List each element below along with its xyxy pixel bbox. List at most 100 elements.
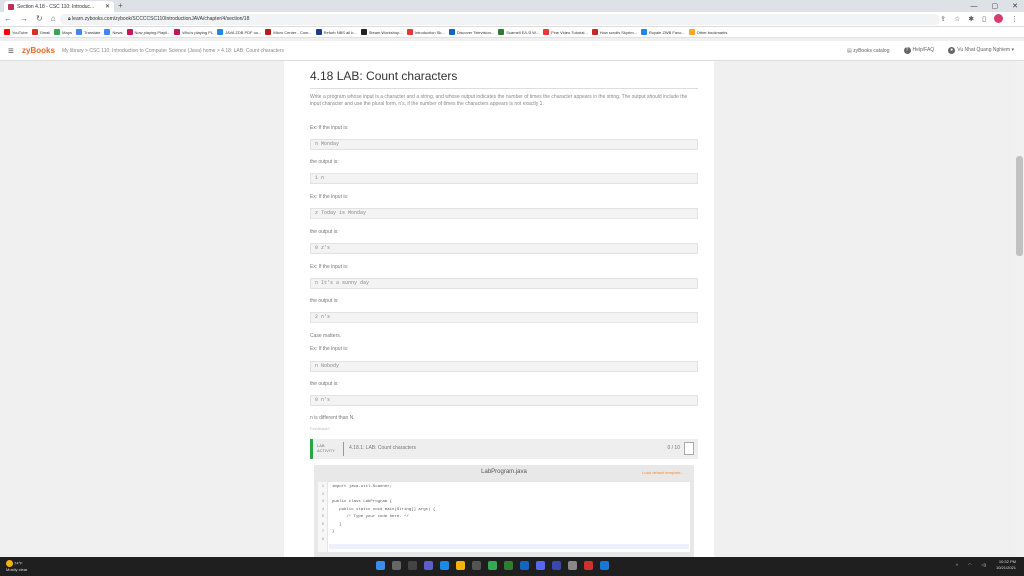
bookmark-item[interactable]: News bbox=[104, 27, 123, 37]
profile-avatar[interactable] bbox=[994, 14, 1003, 23]
file-explorer-icon[interactable] bbox=[456, 561, 465, 570]
bookmark-favicon-icon bbox=[174, 29, 181, 35]
reload-icon[interactable]: ↻ bbox=[36, 14, 43, 23]
bookmark-item[interactable]: Introduction Sk... bbox=[406, 27, 445, 37]
bookmark-item[interactable]: YouTube bbox=[4, 27, 28, 37]
url-text: learn.zybooks.com/zybook/SCCCCSC110Intro… bbox=[72, 16, 250, 22]
zybooks-logo[interactable]: zyBooks bbox=[22, 46, 55, 55]
search-icon[interactable] bbox=[392, 561, 401, 570]
close-tab-icon[interactable]: ✕ bbox=[105, 3, 110, 10]
bookmark-favicon-icon bbox=[265, 29, 272, 35]
share-icon[interactable]: ⇪ bbox=[940, 15, 946, 23]
url-input[interactable]: 🔒︎ learn.zybooks.com/zybook/SCCCCSC110In… bbox=[60, 14, 940, 25]
code-line[interactable]: } bbox=[332, 523, 341, 527]
address-bar-row: ← → ↻ ⌂ 🔒︎ learn.zybooks.com/zybook/SCCC… bbox=[0, 12, 1024, 27]
example-input-label: Ex: If the input is: bbox=[310, 194, 349, 200]
example-input-label: Ex: If the input is: bbox=[310, 264, 349, 270]
zybooks-header: ≡ zyBooks My library > CSC 110: Introduc… bbox=[0, 41, 1024, 61]
bookmark-item[interactable]: Steam Workshop... bbox=[360, 27, 403, 37]
example-input-label: Ex: If the input is: bbox=[310, 125, 349, 131]
code-line[interactable]: public static void main(String[] args) { bbox=[332, 508, 435, 512]
load-template-link[interactable]: Load default template... bbox=[642, 470, 684, 475]
app-icon[interactable] bbox=[552, 561, 561, 570]
breadcrumb[interactable]: My library > CSC 110: Introduction to Co… bbox=[62, 48, 284, 54]
chat-icon[interactable] bbox=[424, 561, 433, 570]
example-input: n It's a sunny day bbox=[310, 278, 698, 289]
sidebar-icon[interactable]: ▯ bbox=[982, 15, 986, 23]
weather-desc: Mostly clear bbox=[6, 567, 28, 572]
user-menu[interactable]: ● Vu Nhat Quang Nghiem ▾ bbox=[948, 47, 1014, 54]
discord-icon[interactable] bbox=[536, 561, 545, 570]
app-icon[interactable] bbox=[568, 561, 577, 570]
bookmark-item[interactable]: Other bookmarks bbox=[688, 27, 727, 37]
extensions-icon[interactable]: ✱ bbox=[968, 15, 974, 23]
example-output-label: the output is: bbox=[310, 159, 339, 165]
store-icon[interactable] bbox=[472, 561, 481, 570]
bookmark-item[interactable]: Translate bbox=[75, 27, 100, 37]
steam-icon[interactable] bbox=[520, 561, 529, 570]
bookmark-item[interactable]: How scrolls Skyrim... bbox=[591, 27, 637, 37]
bookmark-favicon-icon bbox=[75, 29, 82, 35]
edge-icon[interactable] bbox=[440, 561, 449, 570]
bookmark-item[interactable]: Maps bbox=[54, 27, 72, 37]
code-line[interactable]: /* Type your code here. */ bbox=[332, 515, 408, 519]
bookmark-favicon-icon bbox=[315, 29, 322, 35]
bookmark-item[interactable]: Fine Video Tutorial... bbox=[543, 27, 588, 37]
bookmark-item[interactable]: Refurb NBS all b... bbox=[315, 27, 357, 37]
divider bbox=[310, 88, 698, 89]
chrome-icon[interactable] bbox=[488, 561, 497, 570]
wifi-icon[interactable]: ◠ bbox=[968, 562, 972, 568]
bookmark-item[interactable]: Who's playing PL bbox=[174, 27, 213, 37]
volume-icon[interactable]: ◁) bbox=[982, 562, 986, 568]
bookmark-favicon-icon bbox=[217, 29, 224, 35]
shield-icon[interactable] bbox=[600, 561, 609, 570]
app-icon[interactable] bbox=[504, 561, 513, 570]
tray-chevron-icon[interactable]: ˄ bbox=[956, 562, 958, 568]
code-line[interactable]: import java.util.Scanner; bbox=[332, 485, 392, 489]
clock[interactable]: 10:32 PM 10/21/2021 bbox=[996, 559, 1016, 571]
star-icon[interactable]: ☆ bbox=[954, 15, 960, 23]
help-link[interactable]: ? Help/FAQ bbox=[903, 47, 934, 54]
line-number: 6 bbox=[321, 522, 325, 527]
app-icon[interactable] bbox=[584, 561, 593, 570]
catalog-link[interactable]: ▤ zyBooks catalog bbox=[847, 48, 890, 54]
home-icon[interactable]: ⌂ bbox=[51, 14, 56, 23]
new-tab-icon[interactable]: + bbox=[118, 1, 123, 10]
example-output: 1 n bbox=[310, 173, 698, 184]
code-line[interactable]: } bbox=[332, 530, 334, 534]
code-editor[interactable]: 1 import java.util.Scanner; 2 3 public class… bbox=[318, 482, 690, 552]
page-scrollbar[interactable] bbox=[1015, 61, 1024, 557]
code-line[interactable]: public class LabProgram { bbox=[332, 500, 392, 504]
feedback-link[interactable]: Feedback? bbox=[310, 426, 330, 431]
minimize-icon[interactable]: — bbox=[971, 3, 978, 10]
scrollbar-thumb[interactable] bbox=[1016, 156, 1023, 256]
line-number: 8 bbox=[321, 537, 325, 542]
bookmark-item[interactable]: JAVA ZDB PDF ou... bbox=[217, 27, 261, 37]
case-matters-text: Case matters. bbox=[310, 333, 342, 339]
hamburger-menu-icon[interactable]: ≡ bbox=[8, 46, 14, 57]
bookmark-item[interactable]: Royale ZWB Favo... bbox=[640, 27, 685, 37]
line-number: 4 bbox=[321, 507, 325, 512]
bookmark-item[interactable]: Scarnell E/L/3 W... bbox=[498, 27, 539, 37]
start-icon[interactable] bbox=[376, 561, 385, 570]
line-number: 2 bbox=[321, 492, 325, 497]
bookmark-item[interactable]: Discover Television... bbox=[448, 27, 494, 37]
maximize-icon[interactable]: ▢ bbox=[992, 2, 999, 10]
bookmark-item[interactable]: Now playing Playli... bbox=[126, 27, 170, 37]
bookmark-item[interactable]: Gmail bbox=[31, 27, 50, 37]
weather-temp: 74°F bbox=[14, 560, 23, 566]
bookmarks-bar: YouTube Gmail Maps Translate News Now playing… bbox=[0, 27, 1024, 38]
weather-widget[interactable]: 74°F Mostly clear bbox=[6, 560, 27, 572]
task-view-icon[interactable] bbox=[408, 561, 417, 570]
bookmark-favicon-icon bbox=[688, 29, 695, 35]
back-icon[interactable]: ← bbox=[4, 14, 12, 23]
forward-icon[interactable]: → bbox=[20, 14, 28, 23]
bookmark-favicon-icon bbox=[4, 29, 10, 35]
menu-icon[interactable]: ⋮ bbox=[1011, 15, 1018, 23]
example-output-label: the output is: bbox=[310, 229, 339, 235]
line-number: 1 bbox=[321, 485, 325, 489]
note-text: n is different than N. bbox=[310, 415, 355, 421]
bookmark-item[interactable]: Micro Center - Com... bbox=[265, 27, 312, 37]
close-window-icon[interactable]: ✕ bbox=[1012, 2, 1018, 10]
browser-tab[interactable]: Section 4.18 - CSC 110: Introduc... ✕ bbox=[4, 1, 114, 12]
